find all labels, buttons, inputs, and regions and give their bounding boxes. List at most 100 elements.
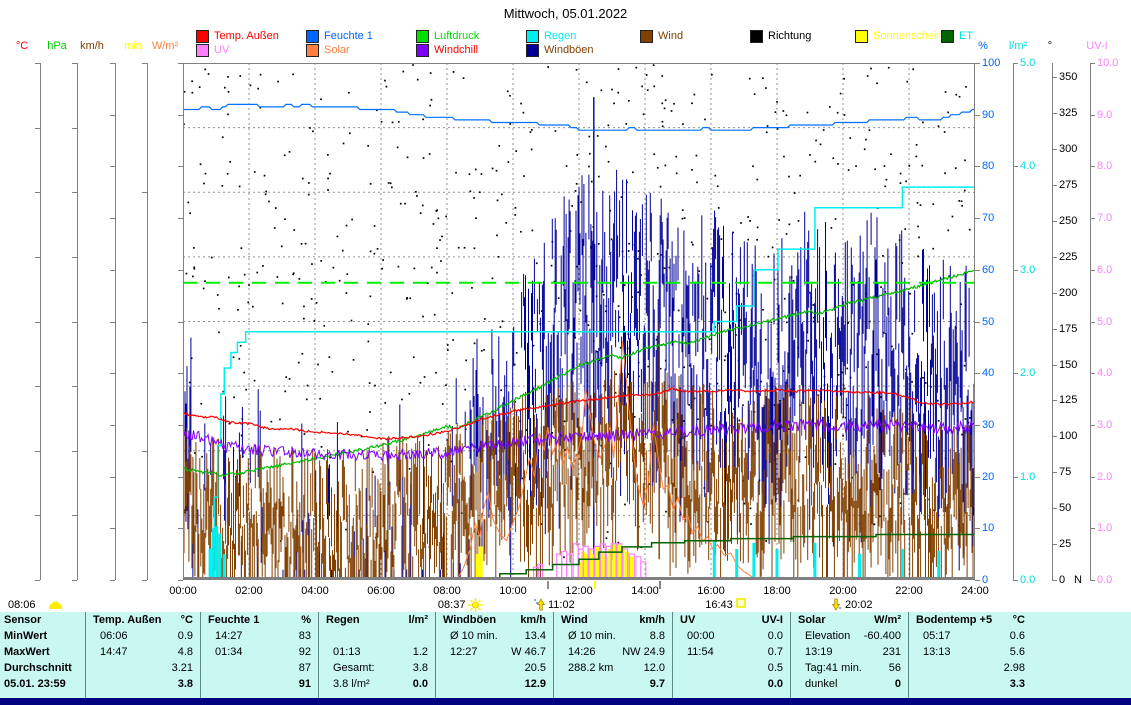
x-tick-label: 08:00 [427, 585, 467, 597]
cell-value: 0.5 [768, 660, 783, 676]
cell-value: W 46.7 [511, 644, 546, 660]
tick-label-lm2: 1.0 [1020, 471, 1035, 483]
axis-unit-temp: °C [16, 40, 28, 52]
compass-north-label: N [1074, 574, 1082, 586]
tick-label-pct: 60 [982, 264, 994, 276]
legend-color-swatch [640, 30, 653, 43]
x-tick-label: 10:00 [493, 585, 533, 597]
legend-label: Wind [658, 30, 683, 42]
table-column-wind: Windkm/hØ 10 min.8.814:26NW 24.9288.2 km… [553, 612, 672, 698]
column-name: Windböen [443, 612, 496, 628]
legend-item-wind: Wind [640, 30, 683, 42]
cell-value: 0.6 [1010, 628, 1025, 644]
tick-label-uvi: 10.0 [1097, 57, 1118, 69]
column-name: Solar [798, 612, 826, 628]
cell-value: 87 [299, 660, 311, 676]
axis-rail [147, 63, 148, 580]
cell-value: 0.9 [178, 628, 193, 644]
bottom-bar [0, 698, 1131, 705]
moonrise-arrow-icon [533, 598, 545, 611]
column-name: Feuchte 1 [208, 612, 259, 628]
axis-unit-kmh: km/h [80, 40, 104, 52]
legend-item-windb-en: Windböen [526, 44, 594, 56]
axis-unit-min: min [124, 40, 142, 52]
legend-label: Windböen [544, 44, 594, 56]
legend-label: Windchill [434, 44, 478, 56]
tick-label-pct: 20 [982, 471, 994, 483]
tick-label-uvi: 3.0 [1097, 419, 1112, 431]
cell-value: 0.7 [768, 644, 783, 660]
legend-label: Regen [544, 30, 576, 42]
cell-value: 3.8 [413, 660, 428, 676]
tick-label-pct: 100 [982, 57, 1000, 69]
event-tick [594, 581, 596, 589]
tick-label-deg: 25 [1059, 538, 1071, 550]
cell-time: 3.8 l/m² [326, 676, 370, 692]
stats-table: SensorMinWertMaxWertDurchschnitt05.01. 2… [0, 612, 1131, 698]
table-column-feuchte-1: Feuchte 1%14:278301:34928791 [200, 612, 318, 698]
column-unit: km/h [520, 612, 546, 628]
tick-label-deg: 75 [1059, 466, 1071, 478]
tick-label-deg: 225 [1059, 251, 1077, 263]
axis-unit-wm2: W/m² [152, 40, 178, 52]
column-unit: W/m² [874, 612, 901, 628]
sun-moon-time-label: 20:02 [845, 599, 873, 611]
cell-time: 01:13 [326, 644, 361, 660]
legend-color-swatch [526, 44, 539, 57]
table-column-uv: UVUV-I00:000.011:540.70.50.0 [672, 612, 790, 698]
x-tick-label: 16:00 [691, 585, 731, 597]
row-label: Sensor [4, 612, 41, 628]
cell-time: 13:19 [798, 644, 833, 660]
cell-value: 0.0 [768, 628, 783, 644]
column-name: Bodentemp +5 [916, 612, 992, 628]
tick-label-lm2: 0.0 [1020, 574, 1035, 586]
tick-label-uvi: 8.0 [1097, 160, 1112, 172]
x-tick-label: 02:00 [229, 585, 269, 597]
axis-unit-hpa: hPa [47, 40, 67, 52]
cell-time: Gesamt: [326, 660, 375, 676]
legend-item-feuchte-1: Feuchte 1 [306, 30, 373, 42]
legend-item-luftdruck: Luftdruck [416, 30, 479, 42]
cell-time: 14:26 [561, 644, 596, 660]
legend-item-richtung: Richtung [750, 30, 811, 42]
tick-label-pct: 90 [982, 109, 994, 121]
table-column-bodentemp-5: Bodentemp +5°C05:170.613:135.62.983.3 [908, 612, 1032, 698]
legend-label: ET [959, 30, 973, 42]
legend-item-et: ET [941, 30, 973, 42]
x-tick-label: 22:00 [889, 585, 929, 597]
cell-time [208, 660, 215, 676]
event-tick [659, 581, 661, 589]
cell-value: 2.98 [1004, 660, 1025, 676]
tick-label-deg: 350 [1059, 71, 1077, 83]
column-unit: km/h [639, 612, 665, 628]
column-unit: °C [1013, 612, 1025, 628]
sunset-sun-icon [736, 598, 746, 608]
cell-time [443, 676, 450, 692]
tick-label-deg: 125 [1059, 394, 1077, 406]
tick-label-lm2: 5.0 [1020, 57, 1035, 69]
axis-rail [77, 63, 78, 580]
cell-value: 12.9 [525, 676, 546, 692]
axis-rail [1013, 63, 1014, 580]
tick-label-deg: 100 [1059, 430, 1077, 442]
legend-color-swatch [196, 44, 209, 57]
cell-time [916, 660, 923, 676]
cell-value: NW 24.9 [622, 644, 665, 660]
tick-label-deg: 275 [1059, 179, 1077, 191]
column-unit: °C [181, 612, 193, 628]
cell-time [208, 676, 215, 692]
cell-time [443, 660, 450, 676]
event-tick [547, 581, 549, 589]
tick-label-pct: 80 [982, 160, 994, 172]
cell-time: Elevation [798, 628, 850, 644]
moonset-arrow-icon [830, 598, 842, 611]
tick-label-uvi: 9.0 [1097, 109, 1112, 121]
cell-time: 14:27 [208, 628, 243, 644]
tick-label-pct: 10 [982, 522, 994, 534]
cell-time: 14:47 [93, 644, 128, 660]
weather-plot [183, 63, 975, 580]
tick-label-lm2: 2.0 [1020, 367, 1035, 379]
cell-value: -60.400 [864, 628, 901, 644]
legend-color-swatch [855, 30, 868, 43]
cell-time [916, 676, 923, 692]
